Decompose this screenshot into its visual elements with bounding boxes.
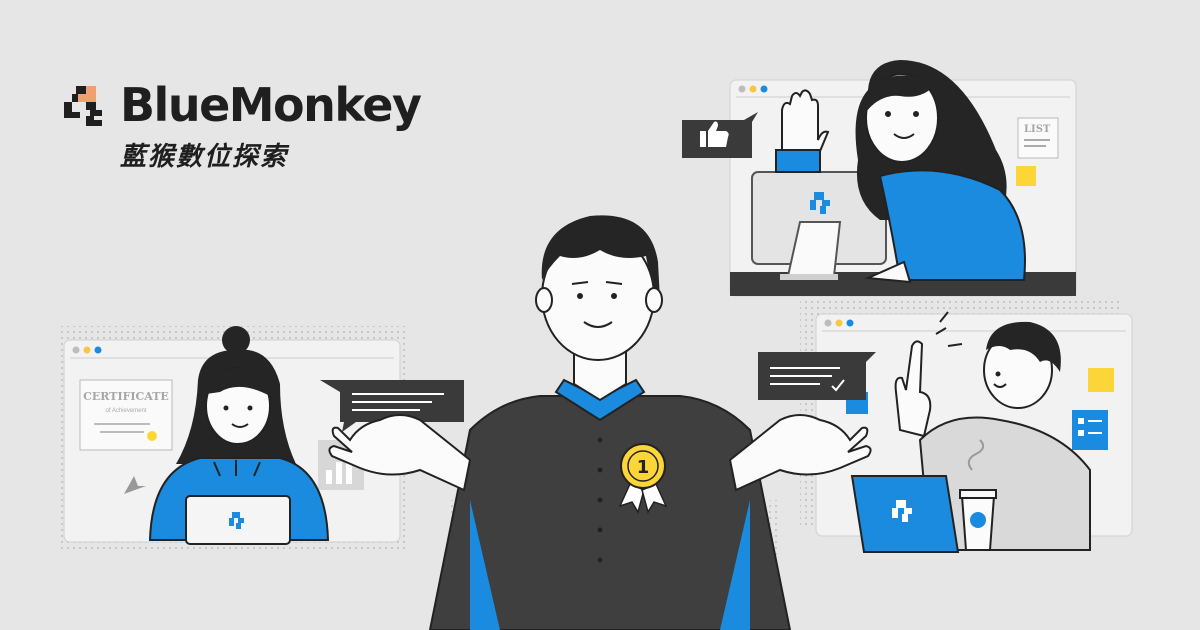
- illustration: LIST CERTIFICATE of Achievement 1: [0, 0, 1200, 630]
- badge-number: 1: [637, 457, 650, 478]
- list-note: LIST: [1017, 117, 1059, 159]
- window-bottom-right: [800, 300, 1133, 553]
- sticky-note: [1016, 166, 1036, 186]
- certificate-subtitle: of Achievement: [105, 408, 146, 414]
- list-label: LIST: [1024, 124, 1051, 135]
- window-top-right: LIST: [729, 60, 1077, 297]
- certificate-title: CERTIFICATE: [83, 390, 169, 403]
- certificate: CERTIFICATE of Achievement: [79, 379, 173, 451]
- illustration-svg: LIST CERTIFICATE of Achievement 1: [60, 60, 1133, 630]
- sticky-note: [1088, 368, 1114, 392]
- thumbs-up-bubble: [682, 112, 758, 158]
- checklist-card: [1072, 410, 1108, 450]
